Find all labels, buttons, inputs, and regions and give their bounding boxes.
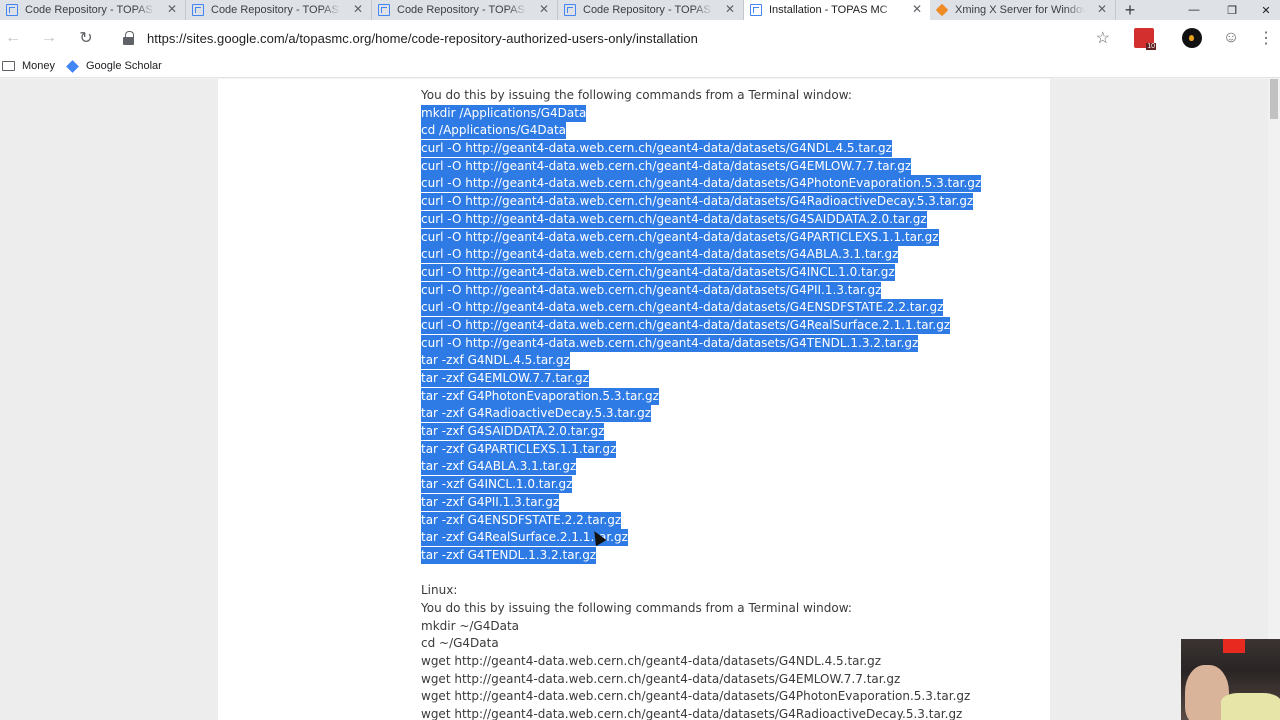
tab-code-repository-4[interactable]: Code Repository - TOPAS MC ✕	[558, 0, 744, 20]
extension-badge: 10	[1146, 43, 1156, 50]
command-line: curl -O http://geant4-data.web.cern.ch/g…	[421, 157, 912, 175]
tab-close-icon[interactable]: ✕	[353, 2, 363, 16]
command-line: tar -zxf G4PhotonEvaporation.5.3.tar.gz	[421, 387, 659, 405]
command-line: curl -O http://geant4-data.web.cern.ch/g…	[421, 334, 919, 352]
command-line: curl -O http://geant4-data.web.cern.ch/g…	[421, 140, 892, 158]
tab-title: Code Repository - TOPAS MC	[25, 4, 155, 16]
address-bar[interactable]: https://sites.google.com/a/topasmc.org/h…	[110, 24, 1120, 52]
mac-command-list: mkdir /Applications/G4Data cd /Applicatio…	[421, 104, 1041, 565]
google-scholar-icon	[66, 59, 79, 73]
command-line: mkdir ~/G4Data	[421, 618, 520, 633]
command-line: curl -O http://geant4-data.web.cern.ch/g…	[421, 316, 951, 334]
bookmark-star-icon[interactable]: ☆	[1096, 28, 1110, 48]
tab-installation[interactable]: Installation - TOPAS MC ✕	[744, 0, 930, 20]
command-line: tar -zxf G4NDL.4.5.tar.gz	[421, 352, 570, 370]
tab-code-repository-2[interactable]: Code Repository - TOPAS MC ✕	[186, 0, 372, 20]
lock-icon[interactable]	[122, 31, 136, 45]
restore-button[interactable]: ❐	[1214, 0, 1250, 20]
google-sites-icon	[564, 4, 576, 16]
installation-content: You do this by issuing the following com…	[421, 87, 1041, 720]
command-line: curl -O http://geant4-data.web.cern.ch/g…	[421, 193, 974, 211]
webcam-overlay	[1181, 639, 1280, 720]
command-line: tar -zxf G4RealSurface.2.1.1.tar.gz	[421, 529, 628, 547]
tab-title: Code Repository - TOPAS MC	[211, 4, 341, 16]
command-line: wget http://geant4-data.web.cern.ch/gean…	[421, 707, 963, 720]
tab-strip: Code Repository - TOPAS MC ✕ Code Reposi…	[0, 0, 1280, 20]
menu-dots-icon[interactable]: ⋮	[1258, 28, 1274, 48]
tab-close-icon[interactable]: ✕	[912, 2, 922, 16]
forward-icon[interactable]: →	[38, 27, 60, 49]
google-sites-icon	[6, 4, 18, 16]
command-line: curl -O http://geant4-data.web.cern.ch/g…	[421, 299, 944, 317]
tab-close-icon[interactable]: ✕	[725, 2, 735, 16]
tab-close-icon[interactable]: ✕	[1097, 2, 1107, 16]
tab-title: Code Repository - TOPAS MC	[397, 4, 527, 16]
command-line: tar -zxf G4EMLOW.7.7.tar.gz	[421, 370, 589, 387]
new-tab-button[interactable]: +	[1116, 0, 1144, 20]
pdf-extension-icon[interactable]: 10	[1134, 28, 1156, 50]
reload-icon[interactable]: ↻	[75, 27, 97, 49]
command-line: tar -zxf G4RadioactiveDecay.5.3.tar.gz	[421, 405, 652, 423]
url-text[interactable]: https://sites.google.com/a/topasmc.org/h…	[147, 31, 698, 46]
dark-extension-icon[interactable]	[1182, 28, 1202, 48]
command-line: curl -O http://geant4-data.web.cern.ch/g…	[421, 228, 939, 246]
command-line: tar -zxf G4ENSDFSTATE.2.2.tar.gz	[421, 511, 622, 529]
page-viewport: You do this by issuing the following com…	[0, 79, 1280, 720]
page-body: You do this by issuing the following com…	[218, 79, 1050, 720]
tab-close-icon[interactable]: ✕	[167, 2, 177, 16]
browser-toolbar: ← → ↻ https://sites.google.com/a/topasmc…	[0, 20, 1280, 56]
page-scrollbar[interactable]	[1268, 79, 1280, 720]
command-line: tar -xzf G4INCL.1.0.tar.gz	[421, 476, 573, 494]
command-line: wget http://geant4-data.web.cern.ch/gean…	[421, 654, 882, 668]
tab-code-repository-1[interactable]: Code Repository - TOPAS MC ✕	[0, 0, 186, 20]
google-sites-icon	[750, 4, 762, 16]
tab-code-repository-3[interactable]: Code Repository - TOPAS MC ✕	[372, 0, 558, 20]
intro-text-linux: You do this by issuing the following com…	[421, 600, 852, 615]
command-line: tar -zxf G4PII.1.3.tar.gz	[421, 493, 560, 511]
xming-icon	[935, 3, 949, 17]
tab-title: Code Repository - TOPAS MC	[583, 4, 713, 16]
bookmark-money[interactable]: Money	[2, 60, 55, 72]
back-icon[interactable]: ←	[2, 27, 24, 49]
command-line: curl -O http://geant4-data.web.cern.ch/g…	[421, 263, 895, 281]
tab-title: Installation - TOPAS MC	[769, 4, 888, 16]
minimize-button[interactable]: —	[1176, 0, 1212, 20]
close-window-button[interactable]: ✕	[1248, 0, 1280, 20]
command-line: tar -zxf G4PARTICLEXS.1.1.tar.gz	[421, 440, 617, 458]
folder-icon	[2, 61, 15, 71]
command-line: tar -zxf G4TENDL.1.3.2.tar.gz	[421, 546, 597, 564]
bookmark-label: Google Scholar	[86, 60, 162, 72]
command-line: tar -zxf G4ABLA.3.1.tar.gz	[421, 458, 577, 476]
command-line: cd /Applications/G4Data	[421, 122, 567, 140]
google-sites-icon	[378, 4, 390, 16]
google-sites-icon	[192, 4, 204, 16]
linux-command-list: mkdir ~/G4Data cd ~/G4Data wget http://gea…	[421, 618, 1041, 720]
bookmark-label: Money	[22, 60, 56, 72]
smiley-icon[interactable]: ☺	[1221, 28, 1241, 48]
bookmarks-bar: Money Google Scholar	[0, 56, 1280, 78]
bookmark-google-scholar[interactable]: Google Scholar	[66, 59, 162, 73]
linux-heading: Linux:	[421, 583, 458, 598]
command-line: tar -zxf G4SAIDDATA.2.0.tar.gz	[421, 423, 605, 441]
command-line: wget http://geant4-data.web.cern.ch/gean…	[421, 671, 901, 686]
command-line: wget http://geant4-data.web.cern.ch/gean…	[421, 689, 971, 704]
command-line: curl -O http://geant4-data.web.cern.ch/g…	[421, 210, 927, 228]
intro-text-mac: You do this by issuing the following com…	[421, 88, 852, 102]
command-line: curl -O http://geant4-data.web.cern.ch/g…	[421, 246, 899, 264]
tab-title: Xming X Server for Windows	[955, 4, 1085, 16]
tab-xming[interactable]: Xming X Server for Windows ✕	[930, 0, 1116, 20]
command-line: curl -O http://geant4-data.web.cern.ch/g…	[421, 175, 982, 193]
tab-close-icon[interactable]: ✕	[539, 2, 549, 16]
scrollbar-thumb[interactable]	[1270, 79, 1278, 119]
command-line: cd ~/G4Data	[421, 636, 499, 651]
command-line: curl -O http://geant4-data.web.cern.ch/g…	[421, 281, 882, 299]
command-line: mkdir /Applications/G4Data	[421, 104, 587, 122]
